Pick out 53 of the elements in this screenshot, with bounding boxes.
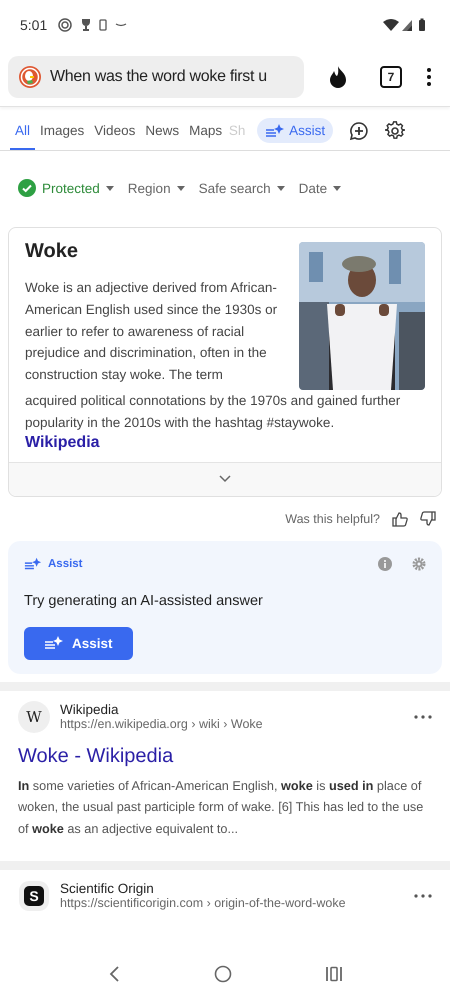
more-menu-icon[interactable] (426, 67, 432, 87)
flame-icon[interactable] (328, 65, 348, 89)
assist-button[interactable]: Assist (24, 626, 133, 660)
search-tab[interactable]: Videos (89, 115, 140, 150)
thumbs-down-icon[interactable] (420, 510, 436, 527)
target-icon (57, 17, 74, 33)
search-tab[interactable]: All (10, 115, 36, 150)
caret-icon (106, 186, 114, 190)
search-field[interactable]: When was the word woke first u (8, 56, 304, 98)
feedback-question: Was this helpful? (285, 512, 380, 526)
home-icon[interactable] (214, 965, 232, 983)
source-link[interactable]: Wikipedia (25, 434, 100, 452)
caret-icon (176, 186, 185, 190)
duck-logo-icon (18, 65, 42, 89)
assist-prompt: Try generating an AI-assisted answer (24, 592, 264, 609)
card-title: Woke (25, 240, 79, 263)
result-url: https://scientificorigin.com › origin-of-the-word-woke (60, 896, 347, 910)
sparkle-list-icon (265, 124, 286, 138)
more-options-icon[interactable] (414, 714, 432, 719)
check-circle-icon (18, 179, 36, 197)
site-name: Wikipedia (60, 702, 120, 718)
filter-dropdown[interactable]: Safe search (198, 163, 285, 213)
trophy-icon (81, 19, 92, 31)
site-logo: S (24, 886, 44, 906)
phone-icon (99, 19, 108, 31)
assist-label: Assist (48, 558, 83, 570)
search-tab[interactable]: News (140, 115, 184, 150)
card-description: acquired political connotations by the 1970s and gained further popularity in the 2010s with the hashtag #staywoke. (25, 392, 402, 432)
caret-icon (276, 186, 285, 190)
filter-dropdown[interactable]: Date (298, 163, 342, 213)
sparkle-list-icon (44, 636, 64, 650)
caret-icon (333, 186, 342, 190)
site-name: Scientific Origin (60, 881, 155, 896)
chat-plus-icon[interactable] (349, 120, 370, 140)
assist-tab[interactable]: Assist (257, 118, 334, 143)
result-snippet: In some varieties of African-American English, woke is used in place of woken, the usual past participle form of wake. [6] This has led to the use of woke as an adjective equivalent to... (18, 778, 424, 838)
info-icon[interactable] (378, 556, 392, 571)
recent-apps-icon[interactable] (325, 966, 344, 982)
site-logo: W (18, 700, 50, 733)
search-tab[interactable]: Maps (184, 115, 228, 150)
protection-filter[interactable]: Protected (18, 163, 114, 213)
chevron-down-icon (219, 475, 231, 484)
result-title-link[interactable]: Woke - Wikipedia (18, 744, 432, 768)
sparkle-list-icon (24, 556, 42, 571)
tab-count-button[interactable]: 7 (380, 66, 402, 88)
status-time: 5:01 (20, 17, 48, 33)
thumbs-up-icon[interactable] (392, 510, 408, 527)
more-options-icon[interactable] (414, 894, 432, 898)
filter-dropdown[interactable]: Region (128, 163, 185, 213)
settings-icon[interactable] (385, 120, 406, 140)
search-tab[interactable]: Images (35, 115, 90, 150)
result-url: https://en.wikipedia.org › wiki › Woke (60, 717, 264, 732)
smile-icon (115, 22, 128, 28)
